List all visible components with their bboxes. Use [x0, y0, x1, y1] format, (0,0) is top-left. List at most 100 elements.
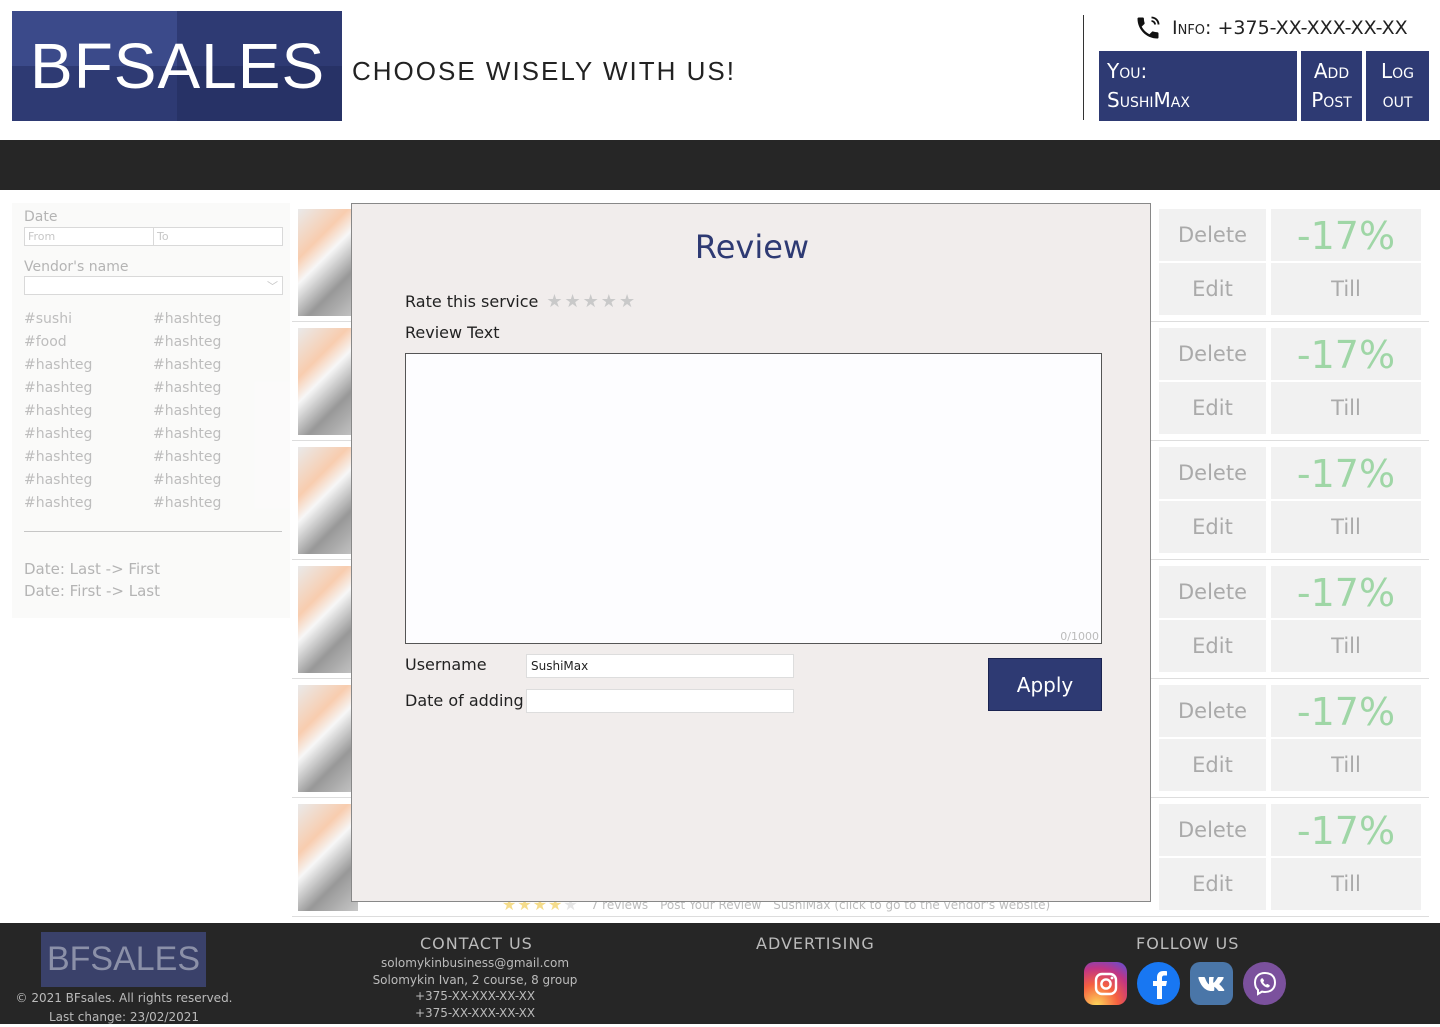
- edit-button[interactable]: Edit: [1159, 620, 1266, 672]
- hashtag-link[interactable]: #hashteg: [24, 472, 92, 488]
- review-textarea[interactable]: 0/1000: [405, 353, 1102, 644]
- sort-option[interactable]: Date: First -> Last: [24, 582, 160, 600]
- delete-button[interactable]: Delete: [1159, 566, 1266, 618]
- info-text: Info: +375-XX-XXX-XX-XX: [1172, 17, 1408, 39]
- facebook-icon[interactable]: [1137, 962, 1180, 1005]
- post-thumbnail[interactable]: [298, 447, 358, 554]
- delete-button[interactable]: Delete: [1159, 447, 1266, 499]
- char-counter: 0/1000: [1060, 630, 1099, 643]
- post-thumbnail[interactable]: [298, 209, 358, 316]
- footer-logo[interactable]: BFSALES: [41, 932, 206, 987]
- modal-title: Review: [694, 228, 810, 266]
- header-divider: [1083, 15, 1084, 120]
- discount-badge: -17%: [1271, 685, 1421, 737]
- vendor-select[interactable]: ﹀: [24, 276, 283, 295]
- post-thumbnail[interactable]: [298, 685, 358, 792]
- edit-button[interactable]: Edit: [1159, 858, 1266, 910]
- vk-icon[interactable]: [1190, 962, 1233, 1005]
- hashtag-link[interactable]: #sushi: [24, 311, 72, 327]
- valid-till-label: Till 08.12.2021: [1271, 263, 1421, 353]
- edit-button[interactable]: Edit: [1159, 501, 1266, 553]
- star-icon[interactable]: ★: [546, 291, 562, 312]
- post-thumbnail[interactable]: [298, 328, 358, 435]
- viber-icon[interactable]: [1243, 962, 1286, 1005]
- user-label: You:: [1107, 59, 1148, 83]
- star-icon[interactable]: ★: [565, 291, 581, 312]
- hashtag-link[interactable]: #hashteg: [153, 380, 221, 396]
- hashtag-link[interactable]: #hashteg: [24, 403, 92, 419]
- delete-button[interactable]: Delete: [1159, 685, 1266, 737]
- contact-email[interactable]: solomykinbusiness@gmail.com: [360, 955, 590, 972]
- date-filter-label: Date: [24, 209, 58, 225]
- valid-till-label: Till 08.12.2021: [1271, 501, 1421, 591]
- star-icon[interactable]: ★: [601, 291, 617, 312]
- hashtag-link[interactable]: #hashteg: [153, 403, 221, 419]
- review-modal: Review Rate this service ★ ★ ★ ★ ★ Review Te…: [351, 203, 1151, 902]
- date-from-input[interactable]: From: [24, 227, 154, 246]
- contact-phone: +375-XX-XXX-XX-XX: [414, 989, 536, 1003]
- date-of-adding-label: Date of adding: [405, 691, 524, 710]
- current-user[interactable]: You: SushiMax: [1099, 51, 1297, 121]
- hashtag-link[interactable]: #hashteg: [153, 472, 221, 488]
- edit-button[interactable]: Edit: [1159, 263, 1266, 315]
- star-icon[interactable]: ★: [583, 291, 599, 312]
- follow-heading: FOLLOW US: [1136, 934, 1240, 953]
- apply-button[interactable]: Apply: [988, 658, 1102, 711]
- hashtag-link[interactable]: #food: [24, 334, 67, 350]
- hashtag-link[interactable]: #hashteg: [153, 334, 221, 350]
- phone-icon: [1137, 16, 1160, 39]
- date-of-adding-input[interactable]: [526, 689, 794, 713]
- username-input[interactable]: SushiMax: [526, 654, 794, 678]
- filter-sidebar: Date From To Vendor's name ﹀ #sushi #food…: [12, 203, 290, 618]
- valid-till-label: Till 08.12.2021: [1271, 739, 1421, 829]
- logout-button[interactable]: Log out: [1366, 51, 1429, 121]
- vendor-filter-label: Vendor's name: [24, 259, 129, 275]
- logout-label-2: out: [1382, 88, 1413, 112]
- footer-copyright: © 2021 BFsales. All rights reserved. Las…: [12, 989, 236, 1027]
- date-to-input[interactable]: To: [153, 227, 283, 246]
- delete-button[interactable]: Delete: [1159, 328, 1266, 380]
- review-text-label: Review Text: [405, 323, 500, 342]
- hashtag-link[interactable]: #hashteg: [24, 380, 92, 396]
- logo-text: BFSALES: [30, 30, 326, 102]
- nav-bar: [0, 140, 1440, 190]
- post-thumbnail[interactable]: [298, 566, 358, 673]
- valid-till-label: Till 08.12.2021: [1271, 382, 1421, 472]
- user-name: SushiMax: [1107, 88, 1190, 112]
- hashtag-link[interactable]: #hashteg: [153, 357, 221, 373]
- last-change-text: Last change: 23/02/2021: [49, 1010, 199, 1024]
- advertising-heading[interactable]: ADVERTISING: [756, 934, 875, 953]
- delete-button[interactable]: Delete: [1159, 804, 1266, 856]
- hashtag-link[interactable]: #hashteg: [24, 449, 92, 465]
- hashtag-link[interactable]: #hashteg: [24, 357, 92, 373]
- slogan: Choose wisely with us!: [352, 56, 736, 86]
- rate-label: Rate this service: [405, 292, 539, 311]
- rating-row: Rate this service ★ ★ ★ ★ ★: [405, 291, 635, 312]
- sort-option[interactable]: Date: Last -> First: [24, 560, 160, 578]
- hashtag-link[interactable]: #hashteg: [153, 311, 221, 327]
- hashtag-link[interactable]: #hashteg: [153, 449, 221, 465]
- hashtag-link[interactable]: #hashteg: [153, 426, 221, 442]
- discount-badge: -17%: [1271, 328, 1421, 380]
- site-footer: BFSALES © 2021 BFsales. All rights reser…: [0, 923, 1440, 1024]
- contact-name: Solomykin Ivan, 2 course, 8 group: [372, 972, 578, 987]
- hashtag-link[interactable]: #hashteg: [24, 426, 92, 442]
- post-thumbnail[interactable]: [298, 804, 358, 911]
- discount-badge: -17%: [1271, 447, 1421, 499]
- star-icon[interactable]: ★: [619, 291, 635, 312]
- contact-info: solomykinbusiness@gmail.com Solomykin Iv…: [360, 955, 590, 1021]
- rating-stars[interactable]: ★ ★ ★ ★ ★: [546, 291, 635, 312]
- hashtag-link[interactable]: #hashteg: [153, 495, 221, 511]
- site-header: BFSALES Choose wisely with us! Info: +37…: [0, 0, 1440, 140]
- edit-button[interactable]: Edit: [1159, 739, 1266, 791]
- instagram-icon[interactable]: [1084, 962, 1127, 1005]
- add-post-label-2: Post: [1311, 88, 1352, 112]
- edit-button[interactable]: Edit: [1159, 382, 1266, 434]
- discount-badge: -17%: [1271, 209, 1421, 261]
- valid-till-label: Till 08.12.2021: [1271, 858, 1421, 948]
- hashtag-link[interactable]: #hashteg: [24, 495, 92, 511]
- info-phone: Info: +375-XX-XXX-XX-XX: [1134, 14, 1408, 42]
- delete-button[interactable]: Delete: [1159, 209, 1266, 261]
- site-logo[interactable]: BFSALES: [12, 11, 342, 121]
- add-post-button[interactable]: Add Post: [1301, 51, 1362, 121]
